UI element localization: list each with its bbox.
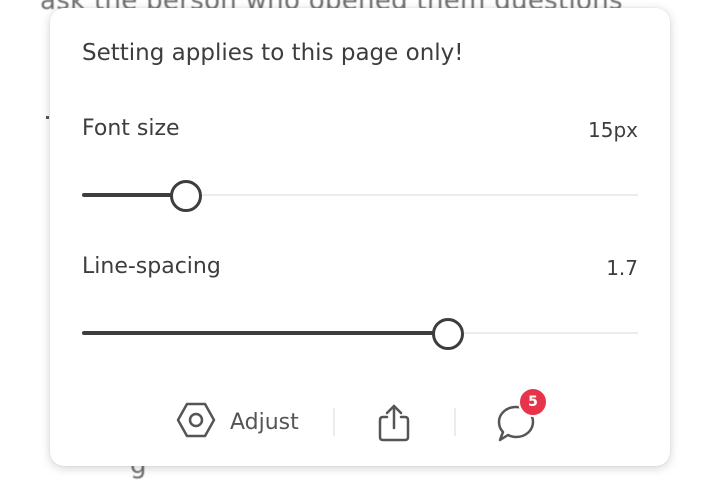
share-button[interactable] <box>376 402 412 442</box>
panel-toolbar: Adjust 5 <box>50 387 670 448</box>
hexagon-settings-icon <box>176 402 216 442</box>
background-bullet <box>46 116 49 119</box>
adjust-button[interactable]: Adjust <box>176 402 299 442</box>
font-size-slider-thumb[interactable] <box>169 180 202 212</box>
font-size-label: Font size <box>82 116 180 141</box>
adjust-button-label: Adjust <box>230 409 299 435</box>
comments-button[interactable]: 5 <box>496 387 548 448</box>
share-icon <box>376 404 412 446</box>
line-spacing-slider[interactable] <box>82 318 638 350</box>
line-spacing-slider-fill <box>82 331 448 335</box>
reading-settings-panel: Setting applies to this page only! Font … <box>50 8 670 466</box>
comments-count-badge: 5 <box>518 387 548 417</box>
line-spacing-value: 1.7 <box>606 256 638 280</box>
toolbar-divider <box>454 408 456 436</box>
line-spacing-slider-thumb[interactable] <box>432 318 465 350</box>
settings-notice: Setting applies to this page only! <box>82 40 464 66</box>
toolbar-divider <box>333 408 335 436</box>
font-size-value: 15px <box>588 118 638 142</box>
font-size-slider[interactable] <box>82 180 638 212</box>
comment-bubble-icon <box>496 405 536 448</box>
line-spacing-label: Line-spacing <box>82 254 221 279</box>
